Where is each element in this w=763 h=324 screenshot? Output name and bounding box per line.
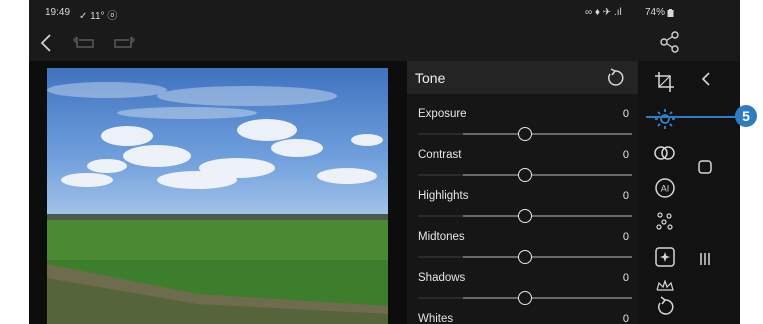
status-time: 19:49 (45, 7, 71, 18)
exposure-slider-knob[interactable] (518, 127, 532, 141)
reset-tone-icon[interactable] (605, 68, 625, 88)
share-icon[interactable] (659, 31, 681, 53)
shadows-label: Shadows (418, 272, 466, 284)
highlights-track-shadow (418, 215, 463, 217)
svg-text:AI: AI (661, 184, 670, 194)
battery-level: 74% (645, 7, 666, 18)
midtones-track-shadow (418, 256, 463, 258)
landscape-photo[interactable] (47, 68, 388, 324)
midtones-label: Midtones (418, 231, 465, 243)
status-left-icons: ✓ 11° ⓞ (79, 11, 118, 22)
top-toolbar (29, 24, 740, 61)
battery-icon (667, 9, 674, 17)
midtones-slider-knob[interactable] (518, 250, 532, 264)
reset-icon[interactable] (655, 295, 675, 317)
crop-icon[interactable] (654, 71, 676, 93)
exposure-value: 0 (622, 108, 629, 120)
color-circles-icon[interactable] (653, 145, 677, 161)
whites-label: Whites (418, 313, 454, 324)
highlights-value: 0 (622, 190, 629, 202)
contrast-value: 0 (622, 149, 629, 161)
effects-dots-icon[interactable] (655, 211, 675, 231)
tone-sun-icon[interactable] (654, 108, 676, 130)
highlights-slider-knob[interactable] (518, 209, 532, 223)
shadows-value: 0 (622, 272, 629, 284)
callout-number-badge: 5 (735, 105, 757, 127)
status-bar: 19:49 ✓ 11° ⓞ ∞ ♦ ✈ .ıl 74% (29, 0, 740, 24)
redo-icon[interactable] (111, 34, 135, 50)
shadows-track-shadow (418, 297, 463, 299)
photo-image (47, 82, 388, 324)
tone-title: Tone (415, 70, 446, 86)
exposure-track-shadow (418, 133, 463, 135)
undo-icon[interactable] (73, 34, 97, 50)
back-chevron-icon[interactable] (39, 33, 53, 53)
ai-icon[interactable]: AI (654, 177, 676, 199)
menu-bars-icon[interactable] (698, 251, 712, 267)
midtones-value: 0 (622, 231, 629, 243)
tool-rail: AI (638, 61, 740, 324)
tone-panel: Tone Exposure 0 Contrast 0 Highlights 0 … (407, 61, 638, 324)
callout-line (646, 116, 736, 118)
tone-header: Tone (407, 61, 638, 94)
sparkle-frame-icon[interactable] (654, 246, 676, 268)
view-toggle-icon[interactable] (697, 159, 713, 175)
status-right-icons: ∞ ♦ ✈ .ıl (585, 7, 622, 18)
contrast-slider-knob[interactable] (518, 168, 532, 182)
contrast-track-shadow (418, 174, 463, 176)
presets-icon[interactable] (655, 280, 675, 292)
highlights-label: Highlights (418, 190, 469, 202)
shadows-slider-knob[interactable] (518, 291, 532, 305)
collapse-panel-icon[interactable] (700, 71, 712, 87)
whites-value: 0 (622, 313, 629, 324)
photo-canvas (29, 61, 407, 324)
contrast-label: Contrast (418, 149, 462, 161)
app-window: 19:49 ✓ 11° ⓞ ∞ ♦ ✈ .ıl 74% Tone Exposur… (29, 0, 740, 324)
exposure-label: Exposure (418, 108, 467, 120)
